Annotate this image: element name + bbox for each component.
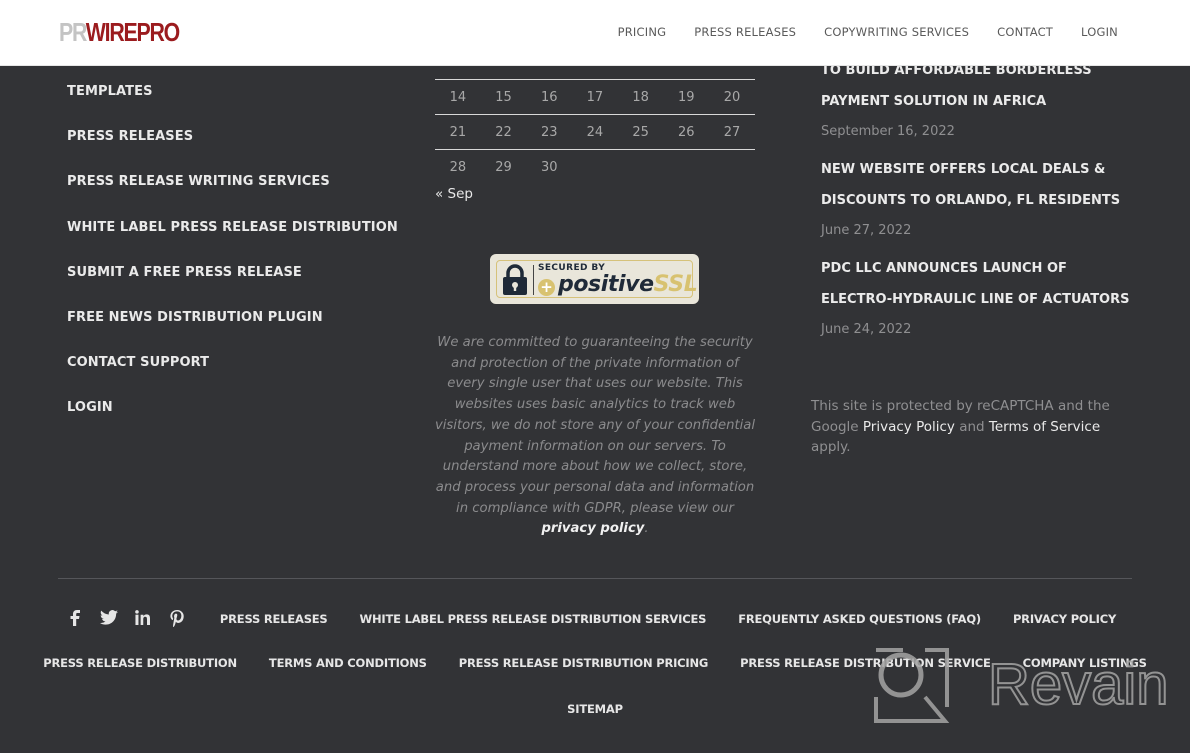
ssl-brand-positive: positive [558,272,654,297]
calendar-prev-month-link[interactable]: « Sep [435,186,473,202]
calendar-day: 30 [540,159,558,175]
footer-link-terms-and-conditions[interactable]: TERMS AND CONDITIONS [269,656,427,670]
logo-part-wirepro: WIREPRO [85,17,180,47]
nav-press-releases[interactable]: PRESS RELEASES [694,25,796,39]
menu-contact-support[interactable]: CONTACT SUPPORT [67,355,398,400]
recaptcha-suffix: apply. [811,439,851,456]
calendar-day: 16 [540,89,558,105]
footer-link-faq[interactable]: FREQUENTLY ASKED QUESTIONS (FAQ) [738,612,981,626]
site-logo[interactable]: PRWIREPRO [59,17,180,47]
menu-login[interactable]: LOGIN [67,400,398,445]
ssl-separator [533,265,534,295]
calendar-day: 21 [449,124,467,140]
nav-copywriting-services[interactable]: COPYWRITING SERVICES [824,25,969,39]
calendar-day: 22 [495,124,512,140]
ssl-badge[interactable]: SECURED BY + positiveSSL [490,254,699,304]
footer-link-white-label-services[interactable]: WHITE LABEL PRESS RELEASE DISTRIBUTION S… [360,612,707,626]
footer-links-row-1: PRESS RELEASES WHITE LABEL PRESS RELEASE… [0,610,1190,628]
menu-press-releases[interactable]: PRESS RELEASES [67,129,398,174]
facebook-icon[interactable] [65,610,85,628]
calendar-day: 14 [449,89,467,105]
calendar-day: 28 [449,159,467,175]
recaptcha-and: and [954,418,989,435]
logo-part-pr: PR [59,17,87,47]
calendar-week-row: 14 15 16 17 18 19 20 [435,80,755,115]
recent-posts: TO BUILD AFFORDABLE BORDERLESS PAYMENT S… [821,55,1141,352]
post-date: September 16, 2022 [821,124,955,139]
google-terms-link[interactable]: Terms of Service [989,419,1100,435]
privacy-policy-link[interactable]: privacy policy [541,521,644,536]
top-nav: PRICING PRESS RELEASES COPYWRITING SERVI… [590,25,1118,39]
privacy-statement-end: . [644,521,649,537]
ssl-brand-text: positiveSSL [558,272,698,297]
calendar-day: 20 [723,89,741,105]
footer-link-privacy-policy[interactable]: PRIVACY POLICY [1013,612,1116,626]
pinterest-icon[interactable] [167,610,187,628]
nav-login[interactable]: LOGIN [1081,25,1118,39]
nav-pricing[interactable]: PRICING [618,25,667,39]
menu-press-release-writing-services[interactable]: PRESS RELEASE WRITING SERVICES [67,174,398,219]
menu-white-label-distribution[interactable]: WHITE LABEL PRESS RELEASE DISTRIBUTION [67,220,398,265]
privacy-statement: We are committed to guaranteeing the sec… [432,333,758,540]
footer-menu-left: TEMPLATES PRESS RELEASES PRESS RELEASE W… [67,84,398,446]
calendar-day: 26 [678,124,695,140]
site-header: PRWIREPRO PRICING PRESS RELEASES COPYWRI… [0,0,1190,66]
footer-link-press-release-distribution[interactable]: PRESS RELEASE DISTRIBUTION [43,656,237,670]
menu-submit-free-press-release[interactable]: SUBMIT A FREE PRESS RELEASE [67,265,398,310]
calendar-week-row: 21 22 23 24 25 26 27 [435,115,755,150]
revain-logo-icon [874,648,950,723]
calendar-day: 25 [632,124,649,140]
twitter-icon[interactable] [99,610,119,628]
calendar-day: 27 [723,124,741,140]
social-links [58,610,194,628]
revain-watermark: Revain [873,645,1173,725]
privacy-statement-text: We are committed to guaranteeing the sec… [434,335,756,516]
post-date: June 27, 2022 [821,223,912,238]
calendar-day: 15 [495,89,512,105]
footer-link-sitemap[interactable]: SITEMAP [567,702,623,716]
post-title[interactable]: PDC LLC ANNOUNCES LAUNCH OF ELECTRO-HYDR… [821,253,1141,315]
calendar-day: 29 [495,159,512,175]
nav-contact[interactable]: CONTACT [997,25,1053,39]
post-title[interactable]: NEW WEBSITE OFFERS LOCAL DEALS & DISCOUN… [821,154,1141,216]
calendar-day: 24 [586,124,604,140]
recaptcha-notice: This site is protected by reCAPTCHA and … [811,396,1141,458]
calendar-week-row: 28 29 30 [435,150,755,184]
calendar-day: 17 [586,89,604,105]
footer-divider [58,578,1132,579]
padlock-icon [503,264,527,295]
footer-link-distribution-pricing[interactable]: PRESS RELEASE DISTRIBUTION PRICING [459,656,709,670]
google-privacy-policy-link[interactable]: Privacy Policy [863,419,955,435]
calendar-day: 23 [540,124,558,140]
calendar-day: 19 [678,89,695,105]
post-date: June 24, 2022 [821,322,912,337]
ssl-brand-suffix: SSL [653,272,698,297]
calendar-day: 18 [632,89,649,105]
menu-free-news-distribution-plugin[interactable]: FREE NEWS DISTRIBUTION PLUGIN [67,310,398,355]
linkedin-icon[interactable] [133,610,153,628]
plus-circle-icon: + [538,279,555,296]
footer-link-press-releases[interactable]: PRESS RELEASES [220,612,328,626]
revain-watermark-text: Revain [987,651,1170,718]
menu-templates[interactable]: TEMPLATES [67,84,398,129]
